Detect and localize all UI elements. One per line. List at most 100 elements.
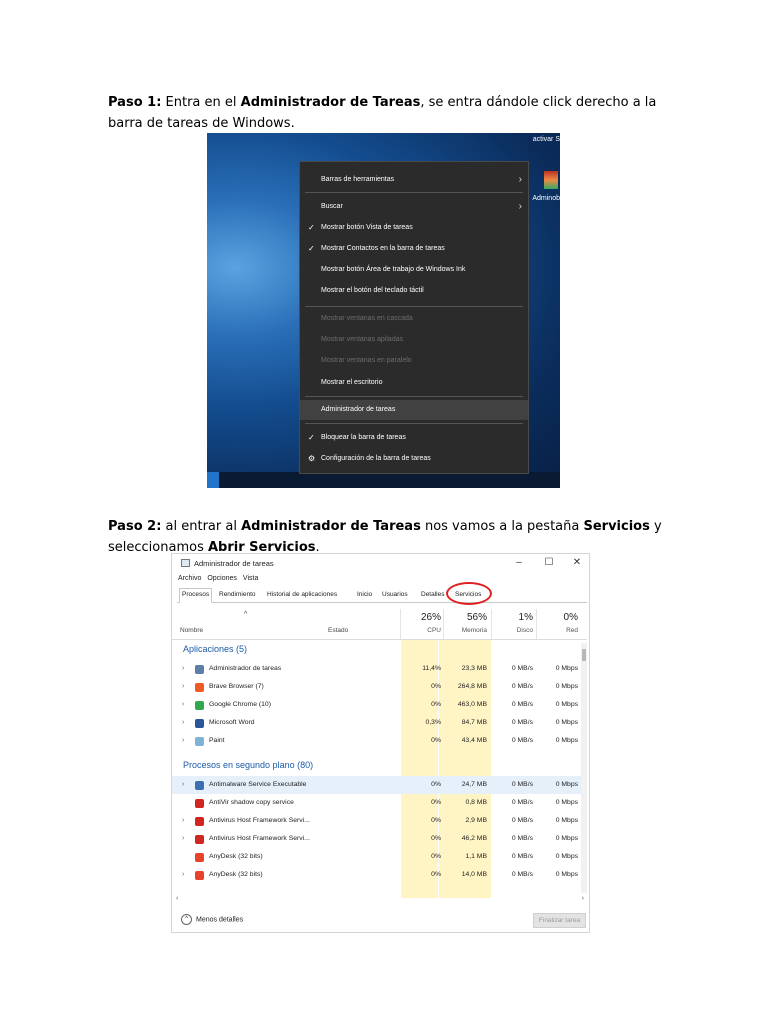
process-name: Administrador de tareas (209, 665, 282, 672)
table-row[interactable]: › Antivirus Host Framework Servi... 0% 2,9 … (172, 812, 587, 830)
end-task-button[interactable]: Finalizar tarea (533, 913, 586, 928)
expand-chevron-icon[interactable]: › (182, 696, 184, 714)
process-cpu: 0% (431, 853, 441, 860)
table-row[interactable]: › Brave Browser (7) 0% 264,8 MB 0 MB/s 0 Mbps (172, 678, 587, 696)
process-cpu: 0% (431, 781, 441, 788)
table-row[interactable]: AnyDesk (32 bits) 0% 1,1 MB 0 MB/s 0 Mbps (172, 848, 587, 866)
process-name: Google Chrome (10) (209, 701, 271, 708)
horizontal-scrollbar[interactable]: ‹ › (176, 895, 584, 904)
table-row[interactable]: › Administrador de tareas 11,4% 23,3 MB 0 MB… (172, 660, 587, 678)
table-row[interactable]: › Antivirus Host Framework Servi... 0% 46,2… (172, 830, 587, 848)
process-mem: 84,7 MB (461, 719, 487, 726)
menu-item-windows-ink[interactable]: Mostrar botón Área de trabajo de Windows… (300, 260, 528, 280)
less-details-button[interactable]: ^ Menos detalles (181, 914, 243, 925)
expand-chevron-icon[interactable]: › (182, 812, 184, 830)
menu-file[interactable]: Archivo (178, 575, 201, 582)
column-cpu[interactable]: CPU (401, 627, 441, 634)
tab-details[interactable]: Detalles (419, 589, 446, 601)
menu-item-show-desktop[interactable]: Mostrar el escritorio (300, 373, 528, 393)
menu-item-taskbar-settings[interactable]: ⚙ Configuración de la barra de tareas (300, 449, 528, 469)
process-mem: 463,0 MB (457, 701, 487, 708)
footer: ^ Menos detalles Finalizar tarea (172, 909, 589, 932)
process-disk: 0 MB/s (511, 799, 533, 806)
process-net: 0 Mbps (555, 817, 578, 824)
menu-divider (305, 306, 523, 307)
tab-processes[interactable]: Procesos (179, 588, 213, 603)
step2-bold-task-manager: Administrador de Tareas (241, 519, 421, 534)
disk-total: 1% (518, 612, 533, 623)
menu-view[interactable]: Vista (243, 575, 258, 582)
process-cpu: 0% (431, 835, 441, 842)
close-button[interactable]: ✕ (569, 556, 585, 570)
check-icon: ✓ (308, 244, 315, 253)
process-cpu: 0% (431, 799, 441, 806)
process-name: Brave Browser (7) (209, 683, 264, 690)
sort-arrow-icon: ^ (244, 611, 248, 618)
process-cpu: 0% (431, 737, 441, 744)
table-row[interactable]: › Microsoft Word 0,3% 84,7 MB 0 MB/s 0 Mbps (172, 714, 587, 732)
winrar-icon (544, 171, 558, 189)
expand-chevron-icon[interactable]: › (182, 732, 184, 750)
check-icon: ✓ (308, 433, 315, 442)
scroll-right-icon[interactable]: › (582, 895, 584, 902)
table-row[interactable]: AntiVir shadow copy service 0% 0,8 MB 0 MB/… (172, 794, 587, 812)
tab-performance[interactable]: Rendimiento (217, 589, 258, 601)
column-memory[interactable]: Memoria (444, 627, 487, 634)
table-row[interactable]: › AnyDesk (32 bits) 0% 14,0 MB 0 MB/s 0 Mbps (172, 866, 587, 884)
process-disk: 0 MB/s (511, 835, 533, 842)
scrollbar-thumb[interactable] (582, 649, 586, 661)
table-row[interactable]: › Google Chrome (10) 0% 463,0 MB 0 MB/s 0 Mbp… (172, 696, 587, 714)
minimize-button[interactable]: – (511, 556, 527, 570)
column-network[interactable]: Red (537, 627, 578, 634)
process-net: 0 Mbps (555, 719, 578, 726)
process-net: 0 Mbps (555, 835, 578, 842)
menu-item-side-by-side: Mostrar ventanas en paralelo (321, 357, 412, 364)
step1-paragraph: Paso 1: Entra en el Administrador de Tar… (108, 92, 688, 134)
expand-chevron-icon[interactable]: › (182, 866, 184, 884)
table-row[interactable]: › Antimalware Service Executable 0% 24,7 MB… (172, 776, 587, 794)
menu-item-touch-keyboard[interactable]: Mostrar el botón del teclado táctil (300, 281, 528, 301)
expand-chevron-icon[interactable]: › (182, 830, 184, 848)
start-button[interactable] (207, 472, 219, 488)
column-disk[interactable]: Disco (492, 627, 533, 634)
taskbar[interactable] (207, 472, 560, 488)
column-name[interactable]: Nombre (180, 627, 203, 634)
process-mem: 24,7 MB (461, 781, 487, 788)
menu-item-toolbars[interactable]: Barras de herramientas › (300, 170, 528, 190)
scroll-left-icon[interactable]: ‹ (176, 895, 178, 902)
group-apps-heading: Aplicaciones (5) (183, 644, 248, 654)
process-mem: 23,3 MB (461, 665, 487, 672)
table-row[interactable]: › Paint 0% 43,4 MB 0 MB/s 0 Mbps (172, 732, 587, 750)
menu-options[interactable]: Opciones (207, 575, 237, 582)
check-icon: ✓ (308, 223, 315, 232)
process-mem: 43,4 MB (461, 737, 487, 744)
expand-chevron-icon[interactable]: › (182, 678, 184, 696)
title-bar[interactable]: Administrador de tareas – ☐ ✕ (172, 554, 589, 574)
expand-chevron-icon[interactable]: › (182, 776, 184, 794)
menu-item-stacked: Mostrar ventanas apiladas (321, 336, 404, 343)
column-status[interactable]: Estado (328, 627, 348, 634)
maximize-button[interactable]: ☐ (541, 556, 557, 570)
task-manager-icon (181, 559, 190, 567)
menu-item-search[interactable]: Buscar › (300, 197, 528, 217)
menu-item-task-view[interactable]: ✓ Mostrar botón Vista de tareas (300, 218, 528, 238)
menu-item-lock-taskbar[interactable]: ✓ Bloquear la barra de tareas (300, 428, 528, 448)
process-mem: 46,2 MB (461, 835, 487, 842)
menu-item-contacts[interactable]: ✓ Mostrar Contactos en la barra de tareas (300, 239, 528, 259)
mem-total: 56% (466, 612, 487, 623)
menu-item-task-manager[interactable]: Administrador de tareas (300, 400, 528, 420)
expand-chevron-icon[interactable]: › (182, 714, 184, 732)
net-total: 0% (563, 612, 578, 623)
chevron-right-icon: › (518, 174, 522, 185)
column-header: ^ Nombre Estado 26% CPU 56% Memoria 1% D… (172, 609, 587, 640)
process-cpu: 0% (431, 817, 441, 824)
tab-app-history[interactable]: Historial de aplicaciones (265, 589, 339, 601)
expand-chevron-icon[interactable]: › (182, 660, 184, 678)
process-icon (195, 781, 204, 790)
tab-startup[interactable]: Inicio (355, 589, 374, 601)
tab-users[interactable]: Usuarios (380, 589, 410, 601)
process-icon (195, 853, 204, 862)
vertical-scrollbar[interactable] (581, 643, 587, 893)
step1-label: Paso 1: (108, 95, 162, 110)
process-name: AnyDesk (32 bits) (209, 853, 263, 860)
